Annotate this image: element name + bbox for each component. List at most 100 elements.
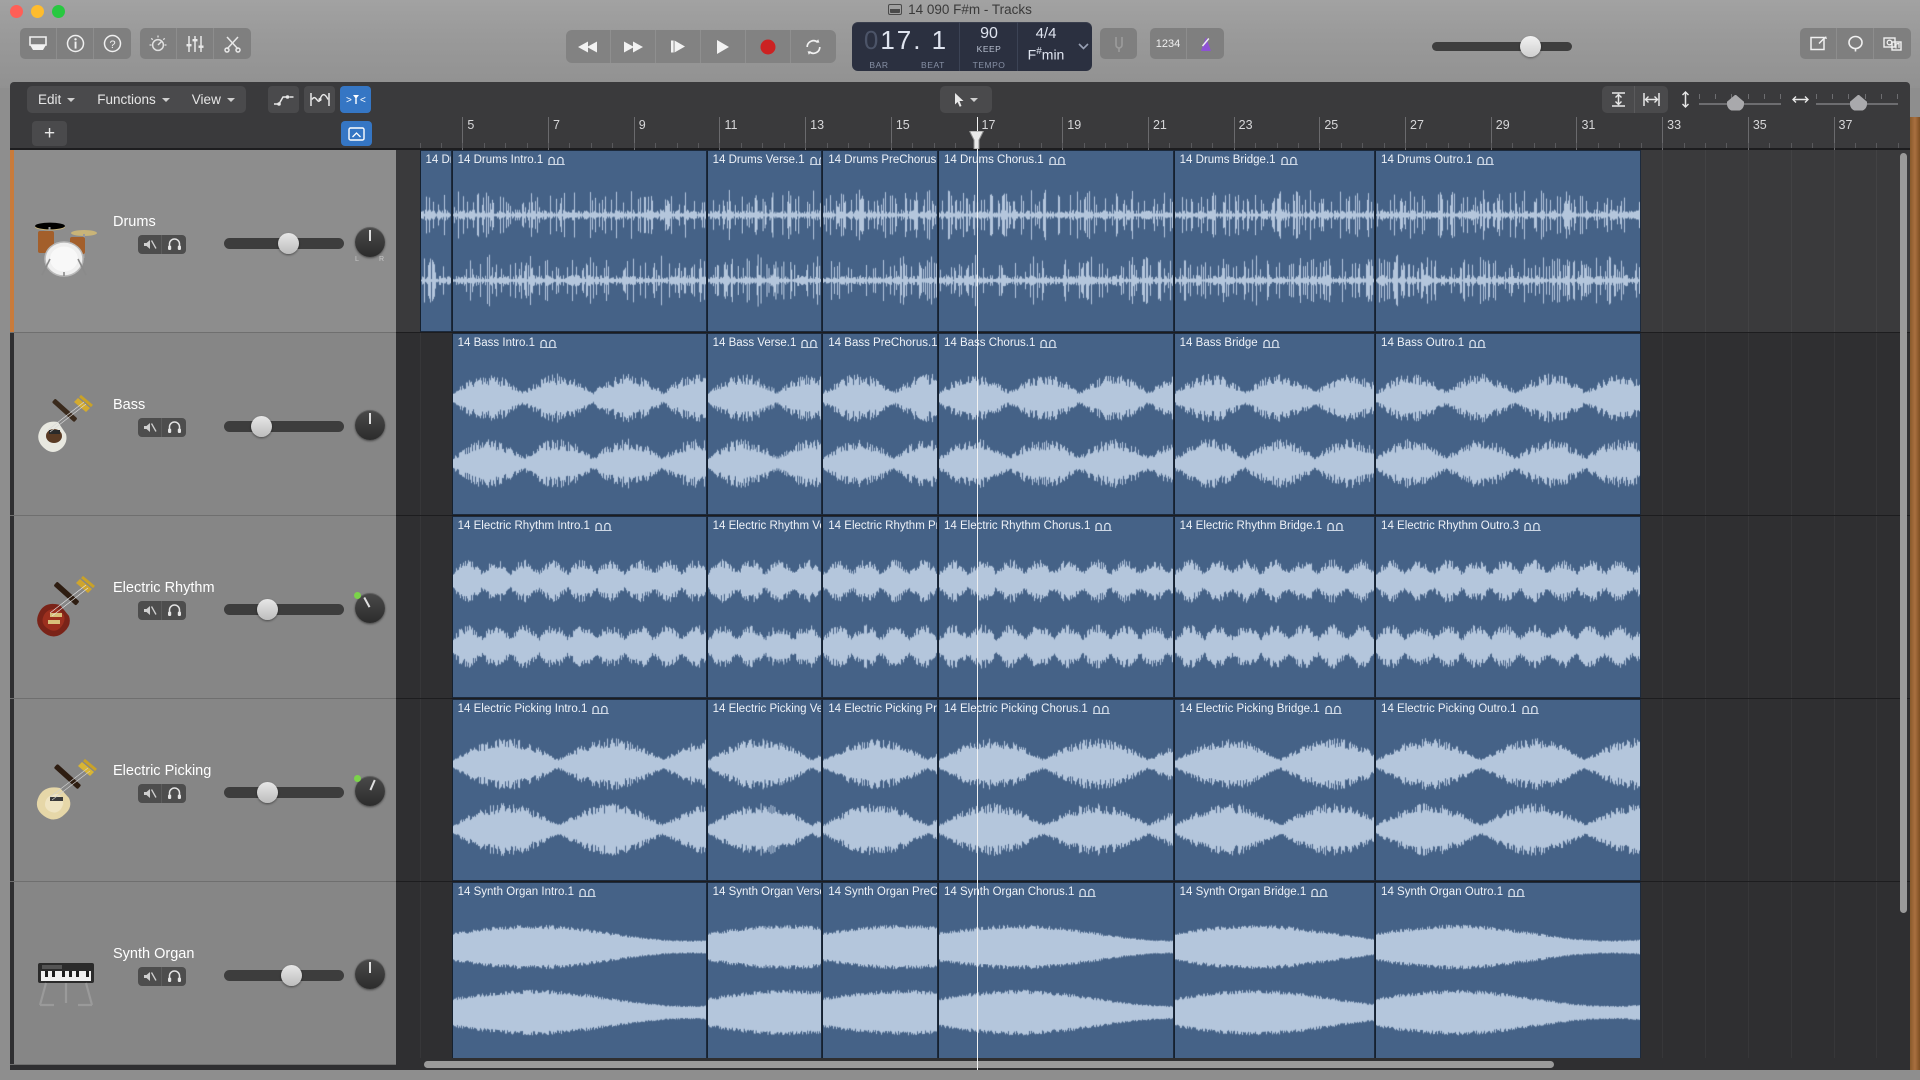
solo-button[interactable]: [162, 601, 186, 620]
solo-button[interactable]: [162, 235, 186, 254]
track-volume-thumb[interactable]: [251, 416, 272, 437]
lcd-display[interactable]: 017. 1 BAR BEAT 90 KEEP TEMPO 4/4 F#min: [852, 22, 1092, 71]
track-volume-thumb[interactable]: [281, 965, 302, 986]
master-volume-thumb[interactable]: [1520, 36, 1541, 57]
rewind-button[interactable]: [566, 30, 611, 63]
automation-button[interactable]: [268, 86, 299, 113]
track-volume-thumb[interactable]: [257, 599, 278, 620]
track-header-bass[interactable]: Bass: [10, 333, 396, 516]
add-track-button[interactable]: +: [32, 121, 67, 146]
lcd-position[interactable]: 017. 1 BAR BEAT: [852, 22, 960, 71]
region[interactable]: 14 Synth Organ Outro.1: [1375, 882, 1641, 1064]
region[interactable]: 14 Bass Bridge: [1174, 333, 1375, 515]
region[interactable]: 14 Dr: [420, 150, 452, 332]
record-button[interactable]: [746, 30, 791, 63]
v-scrollbar-thumb[interactable]: [1900, 153, 1907, 913]
region[interactable]: 14 Electric Rhythm Outro.3: [1375, 516, 1641, 698]
lcd-expand-button[interactable]: [1074, 22, 1092, 71]
mute-button[interactable]: [138, 967, 162, 986]
track-volume-slider[interactable]: [224, 238, 344, 249]
track-header-electric-picking[interactable]: Electric Picking: [10, 699, 396, 882]
tuner-button[interactable]: [1100, 28, 1137, 59]
track-volume-slider[interactable]: [224, 421, 344, 432]
functions-menu[interactable]: Functions: [86, 86, 181, 113]
ruler[interactable]: 5791113151719212325272931333537394143454: [396, 117, 1910, 150]
region[interactable]: 14 Electric Rhythm Verse: [707, 516, 823, 698]
flex-button[interactable]: [304, 86, 335, 113]
notes-button[interactable]: [1800, 28, 1837, 59]
region[interactable]: 14 Electric Picking Chorus.1: [938, 699, 1174, 881]
solo-button[interactable]: [162, 418, 186, 437]
view-menu[interactable]: View: [181, 86, 246, 113]
tool-selector[interactable]: [940, 86, 992, 113]
region[interactable]: 14 Electric Picking Outro.1: [1375, 699, 1641, 881]
track-header-synth-organ[interactable]: Synth Organ: [10, 882, 396, 1065]
cycle-button[interactable]: [791, 30, 836, 63]
region[interactable]: 14 Synth Organ Bridge.1: [1174, 882, 1375, 1064]
forward-button[interactable]: [611, 30, 656, 63]
track-lane-electric-rhythm[interactable]: 14 Electric Rhythm Intro.1 14 Electric R…: [396, 516, 1910, 699]
region[interactable]: 14 Electric Rhythm Intro.1: [452, 516, 707, 698]
h-scrollbar-thumb[interactable]: [424, 1061, 1554, 1068]
track-lane-synth-organ[interactable]: 14 Synth Organ Intro.1 14 Synth Organ Ve…: [396, 882, 1910, 1065]
track-volume-thumb[interactable]: [257, 782, 278, 803]
snap-button[interactable]: ><: [340, 86, 371, 113]
zoom-to-fit-vertical-button[interactable]: [1602, 86, 1635, 113]
zoom-to-fit-horizontal-button[interactable]: [1635, 86, 1668, 113]
playhead-handle[interactable]: [969, 131, 984, 149]
region[interactable]: 14 Drums Chorus.1: [938, 150, 1174, 332]
play-button[interactable]: [701, 30, 746, 63]
region[interactable]: 14 Electric Rhythm Chorus.1: [938, 516, 1174, 698]
help-button[interactable]: ?: [94, 28, 131, 59]
region[interactable]: 14 Synth Organ Intro.1: [452, 882, 707, 1064]
region[interactable]: 14 Synth Organ Verse.1: [707, 882, 823, 1064]
region[interactable]: 14 Drums Bridge.1: [1174, 150, 1375, 332]
editors-button[interactable]: [214, 28, 251, 59]
mute-button[interactable]: [138, 235, 162, 254]
track-header-electric-rhythm[interactable]: Electric Rhythm: [10, 516, 396, 699]
edit-menu[interactable]: Edit: [27, 86, 86, 113]
track-pan-knob[interactable]: [355, 593, 385, 623]
track-volume-slider[interactable]: [224, 787, 344, 798]
lcd-tempo[interactable]: 90 KEEP TEMPO: [960, 22, 1018, 71]
track-header-drums[interactable]: Drums L R: [10, 150, 396, 333]
region[interactable]: 14 Synth Organ PreChor: [822, 882, 938, 1064]
go-to-beginning-button[interactable]: [656, 30, 701, 63]
playhead[interactable]: [977, 117, 979, 1070]
track-lane-drums[interactable]: 14 Dr 14 Drums Intro.1 14 Drums Verse.1 …: [396, 150, 1910, 333]
region[interactable]: 14 Electric Picking Bridge.1: [1174, 699, 1375, 881]
region[interactable]: 14 Electric Picking Verse: [707, 699, 823, 881]
library-button[interactable]: [20, 28, 57, 59]
mute-button[interactable]: [138, 418, 162, 437]
track-lane-electric-picking[interactable]: 14 Electric Picking Intro.1 14 Electric …: [396, 699, 1910, 882]
master-volume-slider[interactable]: [1432, 42, 1572, 51]
region[interactable]: 14 Bass Verse.1: [707, 333, 823, 515]
region[interactable]: 14 Bass PreChorus.1: [822, 333, 938, 515]
zoom-vertical-slider[interactable]: [1699, 90, 1781, 110]
mixer-button[interactable]: [177, 28, 214, 59]
loop-browser-button[interactable]: [1837, 28, 1874, 59]
track-pan-knob[interactable]: [355, 227, 385, 257]
mute-button[interactable]: [138, 601, 162, 620]
v-scrollbar[interactable]: [1898, 153, 1908, 1056]
region[interactable]: 14 Electric Rhythm PreC: [822, 516, 938, 698]
track-pan-knob[interactable]: [355, 410, 385, 440]
region[interactable]: 14 Electric Picking Intro.1: [452, 699, 707, 881]
track-volume-thumb[interactable]: [278, 233, 299, 254]
zoom-horizontal-slider[interactable]: [1816, 90, 1898, 110]
track-volume-slider[interactable]: [224, 970, 344, 981]
region[interactable]: 14 Electric Picking PreC: [822, 699, 938, 881]
region[interactable]: 14 Electric Rhythm Bridge.1: [1174, 516, 1375, 698]
solo-button[interactable]: [162, 967, 186, 986]
region[interactable]: 14 Drums PreChorus.1: [822, 150, 938, 332]
solo-button[interactable]: [162, 784, 186, 803]
track-lane-bass[interactable]: 14 Bass Intro.1 14 Bass Verse.1 14 Bass …: [396, 333, 1910, 516]
smart-controls-button[interactable]: [140, 28, 177, 59]
metronome-button[interactable]: [1187, 28, 1224, 59]
region[interactable]: 14 Synth Organ Chorus.1: [938, 882, 1174, 1064]
count-in-button[interactable]: 1234: [1150, 28, 1187, 59]
region[interactable]: 14 Bass Chorus.1: [938, 333, 1174, 515]
region[interactable]: 14 Bass Intro.1: [452, 333, 707, 515]
lcd-signature[interactable]: 4/4 F#min: [1018, 22, 1074, 71]
library-toggle-button[interactable]: [341, 121, 372, 146]
